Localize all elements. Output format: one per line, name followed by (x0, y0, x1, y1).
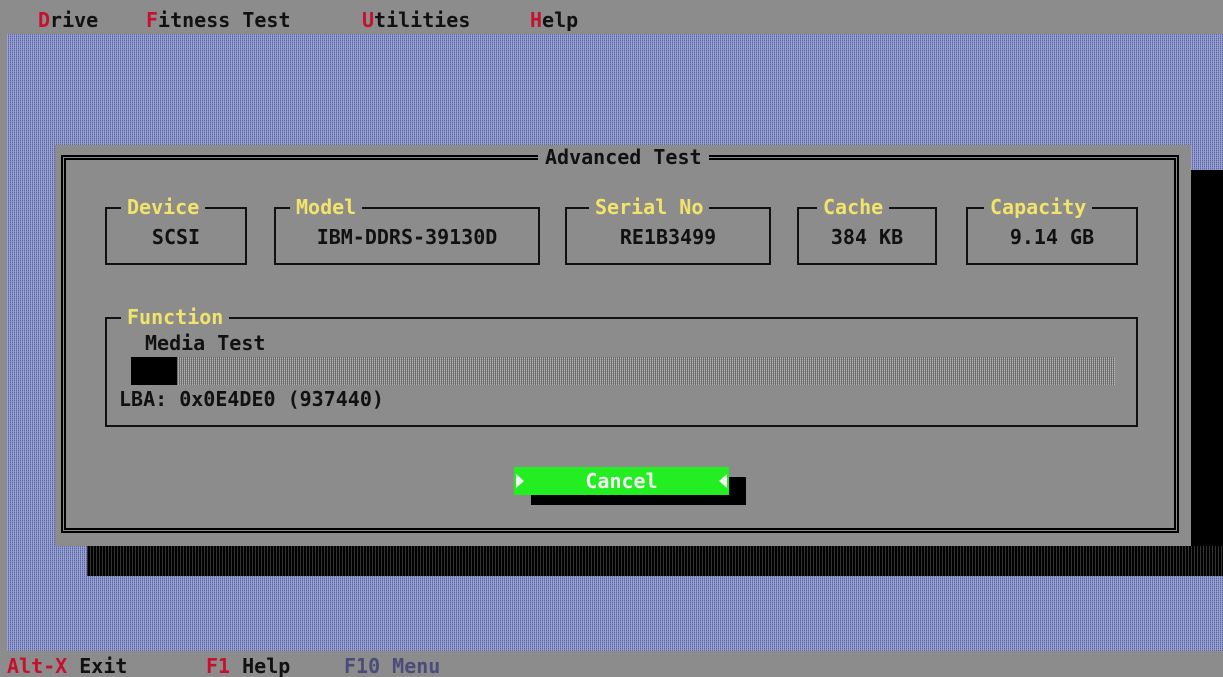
function-label: Function (121, 305, 230, 329)
dialog-shadow-right (1191, 170, 1223, 576)
function-name: Media Test (145, 331, 266, 355)
function-box: Function Media Test LBA: 0x0E4DE0 (93744… (105, 305, 1138, 427)
left-pointer-icon (719, 474, 727, 488)
model-value: IBM-DDRS-39130D (316, 225, 498, 249)
status-menu[interactable]: F10 Menu (344, 654, 440, 677)
serial-label: Serial No (589, 195, 710, 219)
cache-box: Cache 384 KB (797, 195, 937, 265)
status-exit[interactable]: Alt-X Exit (7, 654, 127, 677)
right-pointer-icon (516, 474, 524, 488)
cancel-button[interactable]: Cancel (514, 467, 729, 495)
device-box: Device SCSI (105, 195, 247, 265)
status-help[interactable]: F1 Help (206, 654, 290, 677)
menu-utilities[interactable]: Utilities (362, 8, 470, 32)
menu-help[interactable]: Help (530, 8, 578, 32)
capacity-box: Capacity 9.14 GB (966, 195, 1138, 265)
model-box: Model IBM-DDRS-39130D (274, 195, 540, 265)
menu-bar: Drive Fitness Test Utilities Help (0, 0, 1223, 34)
device-value: SCSI (151, 225, 201, 249)
lba-readout: LBA: 0x0E4DE0 (937440) (119, 387, 384, 411)
capacity-value: 9.14 GB (1009, 225, 1095, 249)
cancel-button-label: Cancel (585, 469, 658, 493)
serial-box: Serial No RE1B3499 (565, 195, 771, 265)
capacity-label: Capacity (984, 195, 1093, 219)
model-label: Model (290, 195, 363, 219)
menu-fitness-test[interactable]: Fitness Test (146, 8, 291, 32)
dialog-title: Advanced Test (538, 145, 709, 169)
serial-value: RE1B3499 (619, 225, 717, 249)
cache-label: Cache (817, 195, 890, 219)
progress-bar (131, 357, 1115, 385)
menu-drive[interactable]: Drive (38, 8, 98, 32)
cache-value: 384 KB (830, 225, 904, 249)
advanced-test-dialog: Advanced Test Device SCSI Model IBM-DDRS… (55, 145, 1191, 546)
dialog-shadow-bottom (87, 546, 1223, 576)
progress-fill (131, 357, 177, 385)
device-label: Device (121, 195, 206, 219)
status-bar: Alt-X Exit F1 Help F10 Menu (0, 651, 1223, 677)
